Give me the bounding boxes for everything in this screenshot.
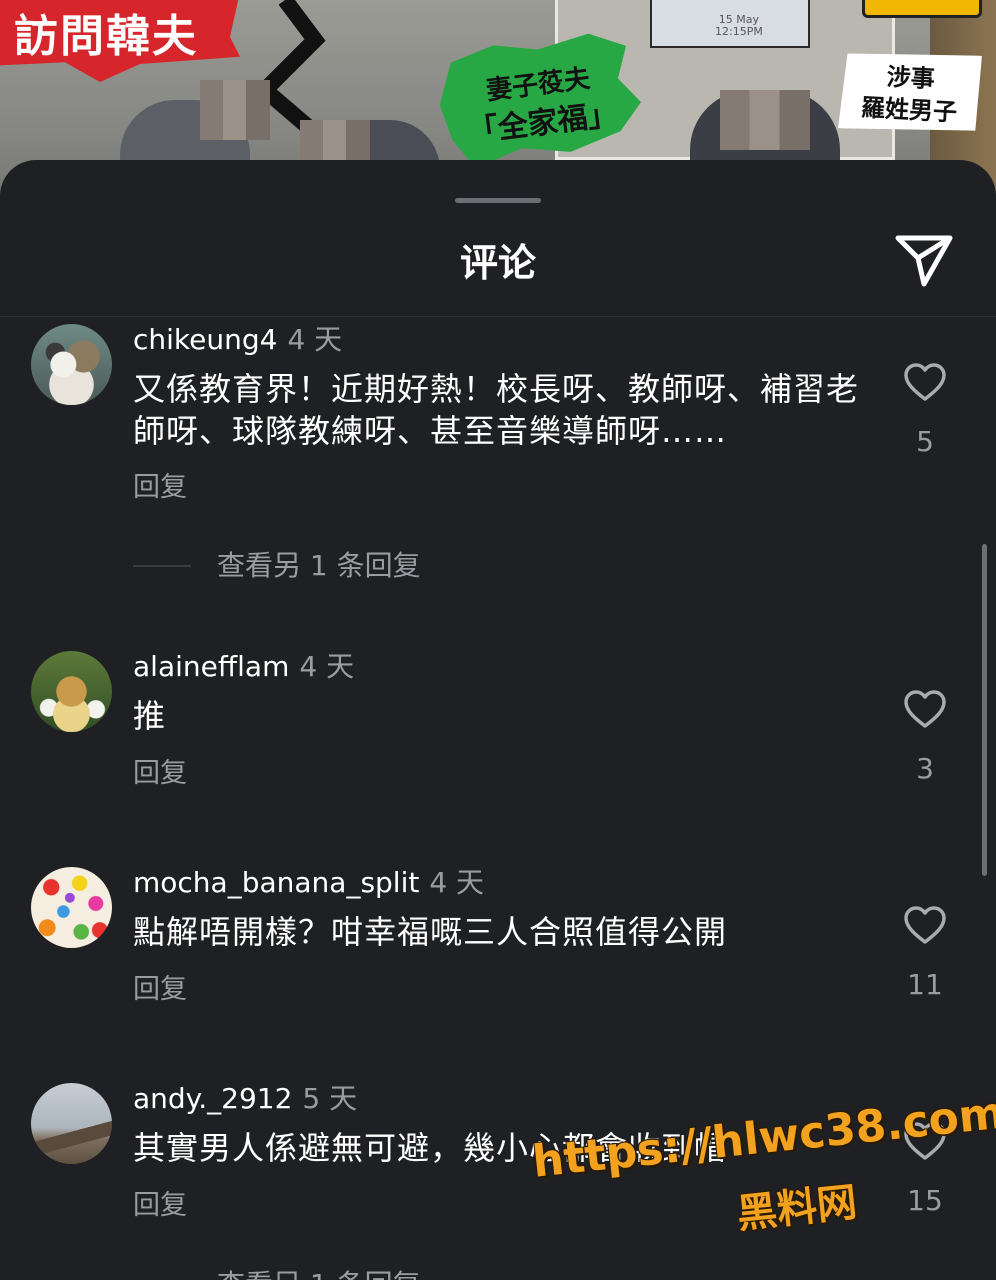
comment-text: 推: [133, 697, 167, 735]
like-count: 5: [916, 425, 934, 458]
heart-icon[interactable]: [903, 362, 947, 402]
reply-button[interactable]: 回复: [133, 972, 187, 1008]
phone-screen-text: 15 May 12:15PM: [715, 14, 763, 38]
username[interactable]: mocha_banana_split: [133, 866, 419, 899]
like-count: 11: [907, 968, 943, 1001]
comment-text: 又係教育界！近期好熱！校長呀、教師呀、補習老師呀、球隊教練呀、甚至音樂導師呀……: [133, 370, 860, 450]
reply-button[interactable]: 回复: [133, 756, 187, 792]
comment-author[interactable]: alaineﬀlam 4 天: [133, 649, 354, 685]
reply-button[interactable]: 回复: [133, 470, 187, 506]
comment-time: 4 天: [299, 650, 355, 683]
white-caption-line2: 羅姓男子: [860, 93, 958, 127]
flowers-avatar[interactable]: [31, 867, 112, 948]
comments-title: 评论: [459, 241, 536, 285]
view-more-replies-label[interactable]: 查看另 1 条回复: [217, 1267, 421, 1280]
username[interactable]: chikeung4: [133, 323, 277, 356]
cat-in-bee-costume-avatar[interactable]: [31, 651, 112, 732]
username[interactable]: alaineﬀlam: [133, 650, 289, 683]
like-count: 3: [916, 752, 934, 785]
replies-divider-line: [133, 565, 191, 567]
red-caption-text: 訪問韓夫: [14, 11, 198, 62]
comment-time: 4 天: [429, 866, 485, 899]
yellow-caption-badge: [862, 0, 982, 18]
red-caption-badge: 訪問韓夫: [0, 0, 240, 82]
header-divider: [0, 316, 996, 317]
view-more-replies[interactable]: 查看另 1 条回复: [133, 546, 421, 586]
send-icon[interactable]: [894, 232, 954, 288]
username[interactable]: andy._2912: [133, 1082, 292, 1115]
view-more-replies-label[interactable]: 查看另 1 条回复: [217, 548, 421, 584]
comment-time: 5 天: [302, 1082, 358, 1115]
heart-icon[interactable]: [903, 689, 947, 729]
landscape-avatar[interactable]: [31, 1083, 112, 1164]
pixelated-face-right: [720, 90, 810, 150]
phone-screen-time: 12:15PM: [715, 25, 763, 38]
comment-author[interactable]: mocha_banana_split 4 天: [133, 865, 484, 901]
comment-author[interactable]: andy._2912 5 天: [133, 1081, 357, 1117]
scrollbar[interactable]: [982, 544, 987, 876]
watermark-site-name: 黑料网: [734, 1179, 860, 1238]
heart-icon[interactable]: [903, 905, 947, 945]
drag-handle[interactable]: [455, 198, 541, 203]
pixelated-face-left: [200, 80, 270, 140]
reply-button[interactable]: 回复: [133, 1188, 187, 1224]
comment-time: 4 天: [287, 323, 343, 356]
cat-avatar[interactable]: [31, 324, 112, 405]
white-caption-badge: 涉事 羅姓男子: [838, 48, 982, 135]
screen: 15 May 12:15PM 訪問韓夫 妻子䓈夫 「全家福」 涉事 羅姓男子 评…: [0, 0, 996, 1280]
view-more-replies[interactable]: 查看另 1 条回复: [133, 1265, 421, 1280]
comment-author[interactable]: chikeung4 4 天: [133, 322, 342, 358]
comment-text: 點解唔開樣？咁幸福嘅三人合照值得公開: [133, 913, 728, 951]
